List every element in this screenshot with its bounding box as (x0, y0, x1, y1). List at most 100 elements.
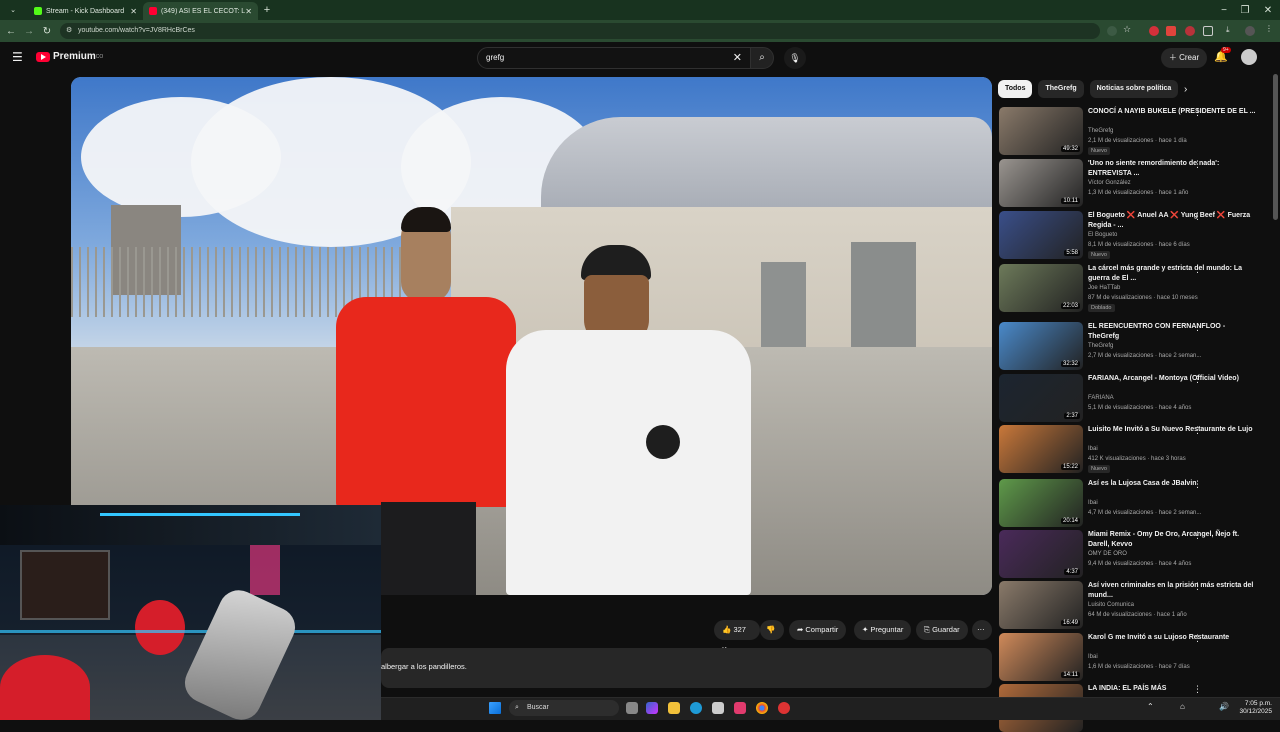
channel-name[interactable]: TheGrefg (1088, 128, 1113, 134)
channel-name[interactable]: TheGrefg (1088, 343, 1113, 349)
save-button[interactable]: ⎘ Guardar (916, 620, 968, 640)
extension-red-icon[interactable] (1149, 26, 1159, 36)
video-title[interactable]: Karol G me Invitó a su Lujoso Restaurant… (1088, 633, 1258, 643)
chip-politica[interactable]: Noticias sobre política (1089, 80, 1179, 98)
taskbar-clock[interactable]: 7:05 p.m. 30/12/2025 (1232, 700, 1272, 716)
video-thumbnail[interactable]: 4:37 (999, 530, 1083, 578)
close-tab-icon[interactable]: ✕ (130, 7, 137, 16)
channel-name[interactable]: Ibai (1088, 500, 1098, 506)
minimize-window-icon[interactable]: − (1215, 5, 1233, 16)
video-thumbnail[interactable]: 16:49 (999, 581, 1083, 629)
adblock-icon[interactable] (1166, 26, 1176, 36)
video-title[interactable]: La cárcel más grande y estricta del mund… (1088, 264, 1258, 283)
file-explorer-icon[interactable] (668, 702, 680, 714)
video-title[interactable]: EL REENCUENTRO CON FERNANFLOO - TheGrefg (1088, 322, 1258, 341)
video-thumbnail[interactable]: 5:58 (999, 211, 1083, 259)
edge-icon[interactable] (690, 702, 702, 714)
chips-next-chevron-icon[interactable]: › (1184, 84, 1187, 95)
search-input[interactable]: grefg ✕ (477, 47, 751, 69)
create-button[interactable]: ＋ Crear (1161, 48, 1207, 68)
recommendation-item[interactable]: 2:37 FARIANA, Arcangel - Montoya (Officia… (999, 374, 1269, 422)
recommendation-item[interactable]: 20:14 Así es la Lujosa Casa de JBalvin Iba… (999, 479, 1269, 527)
download-icon[interactable]: ⤓ (1226, 25, 1236, 35)
video-description[interactable]: albergar a los pandilleros. (381, 648, 992, 688)
browser-menu-icon[interactable]: ⋮ (1265, 24, 1275, 34)
more-vertical-icon[interactable]: ⋮ (1193, 159, 1202, 170)
account-avatar[interactable] (1241, 49, 1257, 65)
store-icon[interactable] (712, 702, 724, 714)
windows-start-icon[interactable] (489, 702, 501, 714)
youtube-premium-logo[interactable]: Premium CO (36, 51, 103, 62)
forward-icon[interactable]: → (20, 26, 38, 37)
tab-kick-dashboard[interactable]: Stream - Kick Dashboard ✕ (28, 2, 143, 20)
more-vertical-icon[interactable]: ⋮ (1193, 633, 1202, 644)
channel-name[interactable]: Víctor González (1088, 180, 1131, 186)
channel-name[interactable]: Ibai (1088, 654, 1098, 660)
chip-todos[interactable]: Todos (998, 80, 1033, 98)
chrome-icon[interactable] (756, 702, 768, 714)
app-icon[interactable] (734, 702, 746, 714)
tray-chevron-icon[interactable]: ⌃ (1147, 702, 1154, 711)
recommendation-item[interactable]: 14:11 Karol G me Invitó a su Lujoso Resta… (999, 633, 1269, 681)
tab-menu-icon[interactable]: ⌄ (4, 6, 22, 14)
reload-icon[interactable]: ↻ (38, 26, 56, 37)
video-thumbnail[interactable]: 20:14 (999, 479, 1083, 527)
video-title[interactable]: Así es la Lujosa Casa de JBalvin (1088, 479, 1258, 489)
hamburger-menu-icon[interactable]: ☰ (12, 50, 23, 64)
more-actions-button[interactable]: ⋯ (972, 620, 992, 640)
more-vertical-icon[interactable]: ⋮ (1193, 530, 1202, 541)
recommendation-item[interactable]: 15:22 Luisito Me Invitó a Su Nuevo Restau… (999, 425, 1269, 473)
page-scrollbar[interactable] (1273, 74, 1278, 220)
channel-name[interactable]: Joe HaTTab (1088, 285, 1120, 291)
video-title[interactable]: Miami Remix - Omy De Oro, Arcangel, Ñejo… (1088, 530, 1258, 549)
maximize-window-icon[interactable]: ❐ (1236, 5, 1254, 16)
more-vertical-icon[interactable]: ⋮ (1193, 107, 1202, 118)
back-icon[interactable]: ← (2, 26, 20, 37)
more-vertical-icon[interactable]: ⋮ (1193, 264, 1202, 275)
video-title[interactable]: 'Uno no siente remordimiento de nada': E… (1088, 159, 1258, 178)
channel-name[interactable]: El Bogueto (1088, 232, 1117, 238)
tab-youtube-video[interactable]: (349) ASÍ ES EL CECOT: LA CÁR ✕ (143, 2, 258, 20)
dislike-button[interactable]: 👎 (760, 620, 784, 640)
more-vertical-icon[interactable]: ⋮ (1193, 374, 1202, 385)
recommendation-item[interactable]: 10:11 'Uno no siente remordimiento de nad… (999, 159, 1269, 207)
volume-icon[interactable]: 🔊 (1219, 702, 1229, 711)
app-icon-2[interactable] (778, 702, 790, 714)
copilot-icon[interactable] (646, 702, 658, 714)
video-thumbnail[interactable]: 10:11 (999, 159, 1083, 207)
video-thumbnail[interactable]: 15:22 (999, 425, 1083, 473)
more-vertical-icon[interactable]: ⋮ (1193, 581, 1202, 592)
video-thumbnail[interactable]: 49:32 (999, 107, 1083, 155)
new-tab-icon[interactable]: + (258, 4, 276, 16)
close-window-icon[interactable]: ✕ (1259, 5, 1277, 16)
channel-name[interactable]: Ibai (1088, 446, 1098, 452)
channel-name[interactable]: FARIANA (1088, 395, 1114, 401)
voice-search-button[interactable]: 🎙 (784, 47, 806, 69)
video-title[interactable]: Luisito Me Invitó a Su Nuevo Restaurante… (1088, 425, 1258, 435)
video-thumbnail[interactable]: 32:32 (999, 322, 1083, 370)
recommendation-item[interactable]: 5:58 El Bogueto ❌ Anuel AA ❌ Yung Beef ❌ … (999, 211, 1269, 259)
search-button[interactable]: ⌕ (750, 47, 774, 69)
like-button[interactable]: 👍 327 K (714, 620, 760, 654)
more-vertical-icon[interactable]: ⋮ (1193, 479, 1202, 490)
video-thumbnail[interactable]: 14:11 (999, 633, 1083, 681)
video-thumbnail[interactable]: 22:03 (999, 264, 1083, 312)
video-title[interactable]: CONOCÍ A NAYIB BUKELE (PRESIDENTE DE EL … (1088, 107, 1258, 117)
more-vertical-icon[interactable]: ⋮ (1193, 425, 1202, 436)
recommendation-item[interactable]: 32:32 EL REENCUENTRO CON FERNANFLOO - The… (999, 322, 1269, 370)
video-title[interactable]: LA INDIA: EL PAÍS MÁS (1088, 684, 1258, 694)
recommendation-item[interactable]: 22:03 La cárcel más grande y estricta del… (999, 264, 1269, 312)
site-info-icon[interactable]: ⚙ (66, 26, 72, 34)
video-thumbnail[interactable]: 2:37 (999, 374, 1083, 422)
chip-thegrefg[interactable]: TheGrefg (1038, 80, 1084, 98)
task-view-icon[interactable] (626, 702, 638, 714)
recommendation-item[interactable]: 4:37 Miami Remix - Omy De Oro, Arcangel, … (999, 530, 1269, 578)
video-title[interactable]: El Bogueto ❌ Anuel AA ❌ Yung Beef ❌ Fuer… (1088, 211, 1258, 230)
recommendation-item[interactable]: 49:32 CONOCÍ A NAYIB BUKELE (PRESIDENTE D… (999, 107, 1269, 155)
close-tab-icon[interactable]: ✕ (245, 7, 252, 16)
more-vertical-icon[interactable]: ⋮ (1193, 211, 1202, 222)
share-button[interactable]: ➦ Compartir (789, 620, 847, 640)
bookmark-star-icon[interactable]: ☆ (1123, 24, 1133, 34)
more-vertical-icon[interactable]: ⋮ (1193, 322, 1202, 333)
cast-icon[interactable] (1107, 26, 1117, 36)
